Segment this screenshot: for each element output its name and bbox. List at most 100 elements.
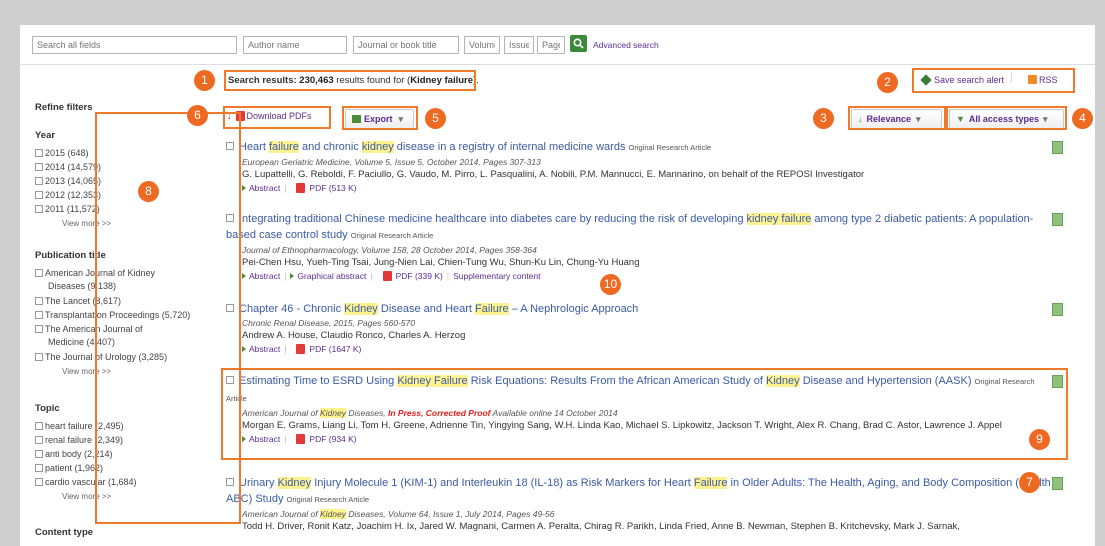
topic-view-more-link[interactable]: View more >> [62, 492, 111, 501]
callout-1: 1 [194, 70, 215, 91]
filter-label: patient (1,962) [45, 463, 104, 473]
topic-filter-title: Topic [35, 403, 60, 414]
export-icon [352, 115, 361, 123]
download-pdfs-button[interactable]: ↓ Download PDFs [227, 111, 312, 121]
abstract-link[interactable]: Abstract [249, 183, 280, 193]
select-all-arrow-icon: ↓ [227, 111, 232, 121]
article-title-link[interactable]: Estimating Time to ESRD Using Kidney Fai… [226, 373, 1056, 407]
callout-8: 8 [138, 181, 159, 202]
article-source: European Geriatric Medicine, Volume 5, I… [242, 157, 541, 167]
issue-input[interactable] [504, 36, 534, 54]
article-checkbox[interactable] [226, 304, 234, 312]
access-types-dropdown[interactable]: ▼ All access types ▾ [949, 109, 1064, 129]
filter-label: anti body (2,214) [45, 449, 113, 459]
filter-topic-heart-failure[interactable]: heart failure (2,495) [35, 420, 124, 433]
year-filter-title: Year [35, 130, 56, 141]
article-checkbox[interactable] [226, 376, 234, 384]
filter-topic-renal-failure[interactable]: renal failure (2,349) [35, 434, 123, 447]
page-input[interactable] [537, 36, 565, 54]
abstract-link[interactable]: Abstract [249, 434, 280, 444]
callout-2: 2 [877, 72, 898, 93]
publication-view-more-link[interactable]: View more >> [62, 367, 111, 376]
tag-icon [920, 74, 932, 86]
filter-topic-patient[interactable]: patient (1,962) [35, 462, 103, 475]
filter-pub-urology[interactable]: The Journal of Urology (3,285) [35, 351, 167, 364]
filter-icon: ▼ [956, 114, 965, 124]
filter-label: heart failure (2,495) [45, 421, 124, 431]
pdf-icon [382, 271, 392, 281]
filter-label: 2015 (648) [45, 148, 89, 158]
journal-input[interactable] [353, 36, 459, 54]
sort-relevance-dropdown[interactable]: ↓ Relevance ▾ [851, 109, 942, 129]
pdf-link[interactable]: PDF (934 K) [309, 434, 356, 444]
filter-label: renal failure (2,349) [45, 435, 124, 445]
filter-pub-ajm[interactable]: The American Journal of [35, 323, 143, 336]
callout-5: 5 [425, 108, 446, 129]
result-item: Heart failure and chronic kidney disease… [226, 139, 1056, 195]
pdf-link[interactable]: PDF (513 K) [309, 183, 356, 193]
sort-arrow-icon: ↓ [858, 114, 863, 124]
article-authors: G. Lupattelli, G. Reboldi, F. Paciullo, … [242, 169, 865, 180]
callout-6: 6 [187, 105, 208, 126]
year-view-more-link[interactable]: View more >> [62, 219, 111, 228]
article-checkbox[interactable] [226, 142, 234, 150]
filter-pub-ajkd[interactable]: American Journal of Kidney [35, 267, 155, 280]
export-button[interactable]: Export ▾ [345, 109, 414, 129]
results-middle: results found for ( [333, 75, 411, 86]
search-button[interactable] [570, 35, 587, 52]
author-input[interactable] [243, 36, 347, 54]
export-label: Export [364, 114, 393, 124]
supplementary-content-link[interactable]: Supplementary content [453, 271, 540, 281]
filter-pub-lancet[interactable]: The Lancet (8,617) [35, 295, 121, 308]
document-preview-icon[interactable] [1052, 303, 1063, 316]
graphical-abstract-link[interactable]: Graphical abstract [297, 271, 366, 281]
filter-topic-cardio-vascular[interactable]: cardio vascular (1,684) [35, 476, 137, 489]
search-all-fields-input[interactable] [32, 36, 237, 54]
content-type-filter-title: Content type [35, 527, 94, 538]
rss-label: RSS [1039, 75, 1058, 85]
article-title-link[interactable]: Integrating traditional Chinese medicine… [226, 211, 1056, 244]
filter-year-2012[interactable]: 2012 (12,353) [35, 189, 101, 202]
article-title-link[interactable]: Heart failure and chronic kidney disease… [226, 139, 1056, 156]
save-search-alert-link[interactable]: Save search alert [920, 74, 1004, 86]
pdf-icon [235, 111, 245, 121]
article-source: American Journal of Kidney Diseases, In … [242, 408, 618, 418]
expand-triangle-icon [242, 346, 246, 352]
article-source: Journal of Ethnopharmacology, Volume 158… [242, 245, 537, 255]
document-preview-icon[interactable] [1052, 213, 1063, 226]
document-preview-icon[interactable] [1052, 477, 1063, 490]
filter-pub-ajkd-wrap: Diseases (9,138) [48, 281, 117, 291]
document-preview-icon[interactable] [1052, 141, 1063, 154]
rss-link[interactable]: RSS [1028, 75, 1058, 85]
expand-triangle-icon [290, 273, 295, 279]
advanced-search-link[interactable]: Advanced search [593, 40, 659, 50]
results-page: Advanced search Search results: 230,463 … [20, 25, 1095, 546]
pdf-link[interactable]: PDF (1647 K) [309, 344, 361, 354]
filter-year-2014[interactable]: 2014 (14,579) [35, 161, 101, 174]
article-title-link[interactable]: Chapter 46 - Chronic Kidney Disease and … [226, 301, 1056, 317]
filter-label: 2013 (14,065) [45, 176, 102, 186]
filter-topic-anti-body[interactable]: anti body (2,214) [35, 448, 113, 461]
pdf-link[interactable]: PDF (339 K) [396, 271, 443, 281]
volume-input[interactable] [464, 36, 500, 54]
search-icon [573, 38, 584, 49]
abstract-link[interactable]: Abstract [249, 344, 280, 354]
article-checkbox[interactable] [226, 478, 234, 486]
filter-year-2011[interactable]: 2011 (11,572) [35, 203, 100, 216]
filter-pub-transplantation[interactable]: Transplantation Proceedings (5,720) [35, 309, 190, 322]
article-authors: Pei-Chen Hsu, Yueh-Ting Tsai, Jung-Nien … [242, 257, 640, 268]
filter-label: 2011 (11,572) [45, 204, 100, 214]
result-item: Estimating Time to ESRD Using Kidney Fai… [226, 373, 1056, 446]
article-title-link[interactable]: Urinary Kidney Injury Molecule 1 (KIM-1)… [226, 475, 1056, 508]
callout-9: 9 [1029, 429, 1050, 450]
filter-label: 2014 (14,579) [45, 162, 102, 172]
filter-year-2013[interactable]: 2013 (14,065) [35, 175, 101, 188]
document-preview-icon[interactable] [1052, 375, 1063, 388]
filter-label: The Journal of Urology (3,285) [45, 352, 168, 362]
abstract-link[interactable]: Abstract [249, 271, 280, 281]
article-checkbox[interactable] [226, 214, 234, 222]
filter-year-2015[interactable]: 2015 (648) [35, 147, 89, 160]
filter-label: Transplantation Proceedings (5,720) [45, 310, 191, 320]
article-source: Chronic Renal Disease, 2015, Pages 560-5… [242, 318, 415, 328]
result-item: Urinary Kidney Injury Molecule 1 (KIM-1)… [226, 475, 1056, 533]
